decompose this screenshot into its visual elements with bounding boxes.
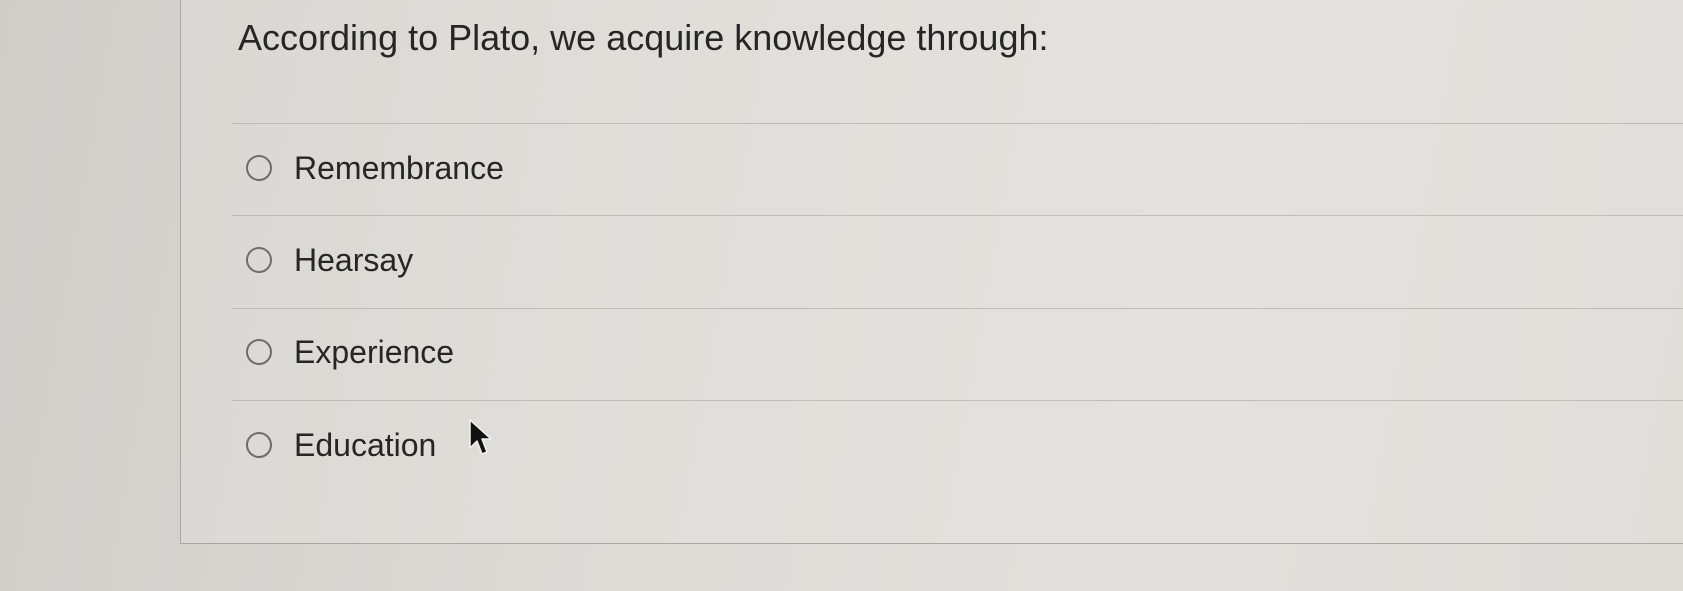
radio-button-icon[interactable] bbox=[246, 339, 272, 365]
divider bbox=[232, 123, 1683, 124]
divider bbox=[232, 308, 1683, 309]
option-label: Education bbox=[294, 426, 437, 463]
option-hearsay[interactable]: Hearsay bbox=[246, 238, 413, 282]
option-remembrance[interactable]: Remembrance bbox=[246, 146, 504, 190]
radio-button-icon[interactable] bbox=[246, 247, 272, 273]
radio-button-icon[interactable] bbox=[246, 432, 272, 458]
option-education[interactable]: Education bbox=[246, 423, 436, 467]
option-label: Hearsay bbox=[294, 241, 414, 278]
question-text: According to Plato, we acquire knowledge… bbox=[238, 17, 1049, 58]
radio-button-icon[interactable] bbox=[246, 155, 272, 181]
divider bbox=[232, 400, 1683, 401]
divider bbox=[232, 215, 1683, 216]
mouse-pointer-icon bbox=[469, 419, 492, 455]
option-label: Experience bbox=[294, 333, 455, 370]
option-label: Remembrance bbox=[294, 149, 504, 186]
option-experience[interactable]: Experience bbox=[246, 330, 454, 374]
